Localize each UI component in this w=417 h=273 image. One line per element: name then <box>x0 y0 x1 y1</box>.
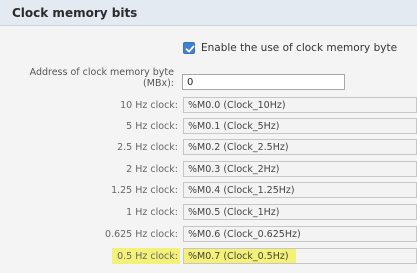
address-label-line1: Address of clock memory byte <box>29 67 174 78</box>
clock-field-2-5hz: %M0.2 (Clock_2.5Hz) <box>183 139 417 155</box>
checkmark-icon <box>185 45 195 53</box>
clock-memory-address-input[interactable]: 0 <box>182 74 345 90</box>
clock-field-0-625hz: %M0.6 (Clock_0.625Hz) <box>183 226 417 242</box>
address-label-line2: (MBx): <box>143 78 174 89</box>
clock-field-2hz: %M0.3 (Clock_2Hz) <box>183 161 417 177</box>
clock-label-10hz: 10 Hz clock: <box>120 100 178 111</box>
clock-field-0-5hz: %M0.7 (Clock_0.5Hz) <box>183 248 417 264</box>
clock-label-2hz: 2 Hz clock: <box>126 164 178 175</box>
clock-label-2-5hz: 2.5 Hz clock: <box>117 142 178 153</box>
clock-label-0-625hz: 0.625 Hz clock: <box>105 229 178 240</box>
clock-label-1-25hz: 1.25 Hz clock: <box>111 185 178 196</box>
clock-field-1hz: %M0.5 (Clock_1Hz) <box>183 204 417 220</box>
enable-clock-memory-row[interactable]: Enable the use of clock memory byte <box>183 42 397 54</box>
section-title: Clock memory bits <box>12 6 138 20</box>
clock-field-10hz: %M0.0 (Clock_10Hz) <box>183 97 417 113</box>
clock-label-1hz: 1 Hz clock: <box>126 207 178 218</box>
enable-clock-memory-checkbox[interactable] <box>183 42 195 54</box>
clock-label-0-5hz: 0.5 Hz clock: <box>117 251 178 262</box>
enable-clock-memory-label: Enable the use of clock memory byte <box>201 42 398 54</box>
clock-field-5hz: %M0.1 (Clock_5Hz) <box>183 118 417 134</box>
clock-label-5hz: 5 Hz clock: <box>126 121 178 132</box>
section-header: Clock memory bits <box>0 0 417 26</box>
clock-field-1-25hz: %M0.4 (Clock_1.25Hz) <box>183 182 417 198</box>
